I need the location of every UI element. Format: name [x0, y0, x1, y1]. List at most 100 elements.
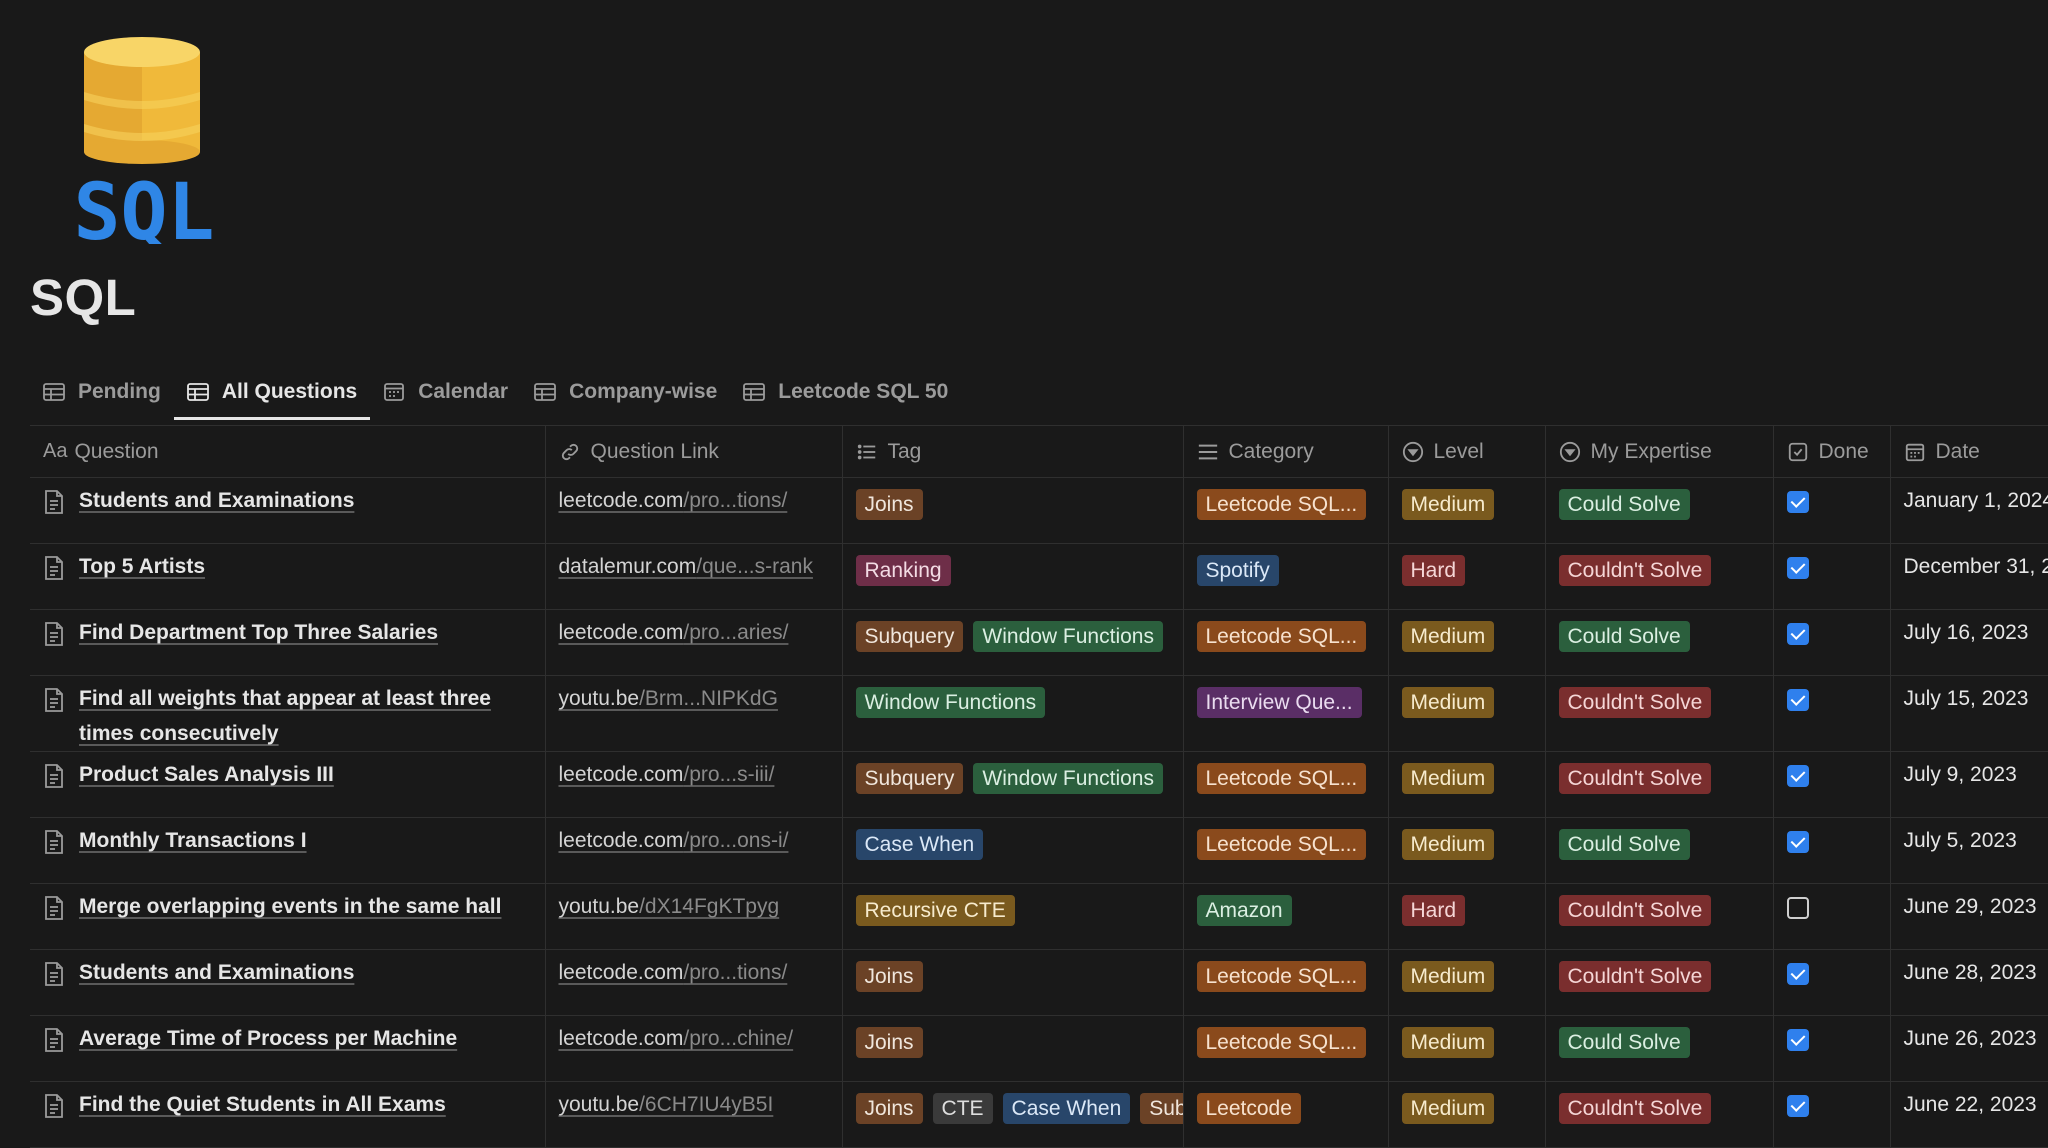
expertise-pill[interactable]: Couldn't Solve: [1559, 1093, 1712, 1124]
question-title[interactable]: Monthly Transactions I: [79, 823, 307, 858]
link-cell[interactable]: datalemur.com/que...s-rank: [545, 544, 842, 610]
tag-cell[interactable]: Window Functions: [842, 676, 1183, 752]
question-link[interactable]: leetcode.com/pro...aries/: [559, 621, 789, 644]
column-header-date[interactable]: Date: [1890, 426, 2048, 478]
done-cell[interactable]: [1773, 610, 1890, 676]
question-title[interactable]: Find Department Top Three Salaries: [79, 615, 438, 650]
expertise-cell[interactable]: Could Solve: [1545, 818, 1773, 884]
expertise-pill[interactable]: Could Solve: [1559, 1027, 1690, 1058]
tag-pill[interactable]: Subquery: [856, 621, 964, 652]
table-row[interactable]: Find Department Top Three Salaries leetc…: [30, 610, 2048, 676]
tag-pill[interactable]: Joins: [856, 1027, 923, 1058]
expertise-cell[interactable]: Could Solve: [1545, 1016, 1773, 1082]
level-pill[interactable]: Medium: [1402, 829, 1495, 860]
question-link[interactable]: datalemur.com/que...s-rank: [559, 555, 813, 578]
question-link[interactable]: leetcode.com/pro...s-iii/: [559, 763, 775, 786]
question-cell[interactable]: Find Department Top Three Salaries: [30, 610, 545, 676]
tag-pill[interactable]: Joins: [856, 489, 923, 520]
done-cell[interactable]: [1773, 752, 1890, 818]
tag-pill[interactable]: Joins: [856, 961, 923, 992]
category-cell[interactable]: Amazon: [1183, 884, 1388, 950]
level-cell[interactable]: Medium: [1388, 950, 1545, 1016]
level-cell[interactable]: Medium: [1388, 610, 1545, 676]
tag-cell[interactable]: Case When: [842, 818, 1183, 884]
done-checkbox[interactable]: [1787, 557, 1809, 579]
question-title[interactable]: Top 5 Artists: [79, 549, 205, 584]
tab-pending[interactable]: Pending: [30, 366, 174, 418]
tag-cell[interactable]: Joins: [842, 950, 1183, 1016]
level-pill[interactable]: Medium: [1402, 961, 1495, 992]
tag-pill[interactable]: Window Functions: [856, 687, 1046, 718]
tag-cell[interactable]: Joins: [842, 478, 1183, 544]
level-cell[interactable]: Medium: [1388, 818, 1545, 884]
date-cell[interactable]: July 5, 2023: [1890, 818, 2048, 884]
expertise-cell[interactable]: Couldn't Solve: [1545, 676, 1773, 752]
level-cell[interactable]: Medium: [1388, 676, 1545, 752]
date-cell[interactable]: June 28, 2023: [1890, 950, 2048, 1016]
table-row[interactable]: Merge overlapping events in the same hal…: [30, 884, 2048, 950]
question-link[interactable]: leetcode.com/pro...tions/: [559, 489, 788, 512]
question-cell[interactable]: Product Sales Analysis III: [30, 752, 545, 818]
done-checkbox[interactable]: [1787, 1029, 1809, 1051]
link-cell[interactable]: youtu.be/6CH7IU4yB5I: [545, 1082, 842, 1148]
question-cell[interactable]: Students and Examinations: [30, 950, 545, 1016]
tag-cell[interactable]: SubqueryWindow Functions: [842, 752, 1183, 818]
category-cell[interactable]: Interview Que...: [1183, 676, 1388, 752]
link-cell[interactable]: leetcode.com/pro...tions/: [545, 478, 842, 544]
category-pill[interactable]: Leetcode: [1197, 1093, 1301, 1124]
expertise-pill[interactable]: Couldn't Solve: [1559, 687, 1712, 718]
question-cell[interactable]: Top 5 Artists: [30, 544, 545, 610]
expertise-pill[interactable]: Couldn't Solve: [1559, 895, 1712, 926]
level-pill[interactable]: Medium: [1402, 687, 1495, 718]
tag-pill[interactable]: Case When: [856, 829, 984, 860]
question-link[interactable]: leetcode.com/pro...ons-i/: [559, 829, 789, 852]
expertise-pill[interactable]: Couldn't Solve: [1559, 763, 1712, 794]
question-cell[interactable]: Merge overlapping events in the same hal…: [30, 884, 545, 950]
tag-pill[interactable]: Recursive CTE: [856, 895, 1015, 926]
level-cell[interactable]: Medium: [1388, 1082, 1545, 1148]
link-cell[interactable]: youtu.be/dX14FgKTpyg: [545, 884, 842, 950]
level-cell[interactable]: Medium: [1388, 1016, 1545, 1082]
date-cell[interactable]: July 15, 2023: [1890, 676, 2048, 752]
category-cell[interactable]: Leetcode: [1183, 1082, 1388, 1148]
tag-pill[interactable]: Ranking: [856, 555, 951, 586]
tag-cell[interactable]: Joins: [842, 1016, 1183, 1082]
expertise-cell[interactable]: Couldn't Solve: [1545, 950, 1773, 1016]
question-title[interactable]: Students and Examinations: [79, 955, 354, 990]
tag-cell[interactable]: SubqueryWindow Functions: [842, 610, 1183, 676]
link-cell[interactable]: leetcode.com/pro...s-iii/: [545, 752, 842, 818]
done-checkbox[interactable]: [1787, 1095, 1809, 1117]
question-cell[interactable]: Monthly Transactions I: [30, 818, 545, 884]
level-pill[interactable]: Medium: [1402, 763, 1495, 794]
category-pill[interactable]: Leetcode SQL...: [1197, 763, 1367, 794]
done-cell[interactable]: [1773, 1016, 1890, 1082]
done-checkbox[interactable]: [1787, 623, 1809, 645]
table-row[interactable]: Top 5 Artists datalemur.com/que...s-rank…: [30, 544, 2048, 610]
expertise-cell[interactable]: Couldn't Solve: [1545, 1082, 1773, 1148]
table-row[interactable]: Find the Quiet Students in All Exams you…: [30, 1082, 2048, 1148]
tab-leetcode-sql-50[interactable]: Leetcode SQL 50: [730, 366, 961, 418]
question-title[interactable]: Merge overlapping events in the same hal…: [79, 889, 501, 924]
table-row[interactable]: Product Sales Analysis III leetcode.com/…: [30, 752, 2048, 818]
question-cell[interactable]: Find the Quiet Students in All Exams: [30, 1082, 545, 1148]
column-header-tag[interactable]: Tag: [842, 426, 1183, 478]
done-cell[interactable]: [1773, 950, 1890, 1016]
expertise-cell[interactable]: Could Solve: [1545, 478, 1773, 544]
question-link[interactable]: youtu.be/Brm...NIPKdG: [559, 687, 778, 710]
column-header-question[interactable]: AaQuestion: [30, 426, 545, 478]
category-cell[interactable]: Leetcode SQL...: [1183, 950, 1388, 1016]
table-row[interactable]: Find all weights that appear at least th…: [30, 676, 2048, 752]
done-cell[interactable]: [1773, 478, 1890, 544]
date-cell[interactable]: January 1, 2024: [1890, 478, 2048, 544]
tab-calendar[interactable]: Calendar: [370, 366, 521, 418]
category-cell[interactable]: Leetcode SQL...: [1183, 818, 1388, 884]
expertise-cell[interactable]: Could Solve: [1545, 610, 1773, 676]
level-pill[interactable]: Medium: [1402, 1027, 1495, 1058]
question-link[interactable]: youtu.be/dX14FgKTpyg: [559, 895, 780, 918]
question-link[interactable]: leetcode.com/pro...tions/: [559, 961, 788, 984]
category-cell[interactable]: Leetcode SQL...: [1183, 752, 1388, 818]
category-pill[interactable]: Leetcode SQL...: [1197, 829, 1367, 860]
link-cell[interactable]: youtu.be/Brm...NIPKdG: [545, 676, 842, 752]
tag-pill[interactable]: CTE: [933, 1093, 993, 1124]
done-checkbox[interactable]: [1787, 491, 1809, 513]
